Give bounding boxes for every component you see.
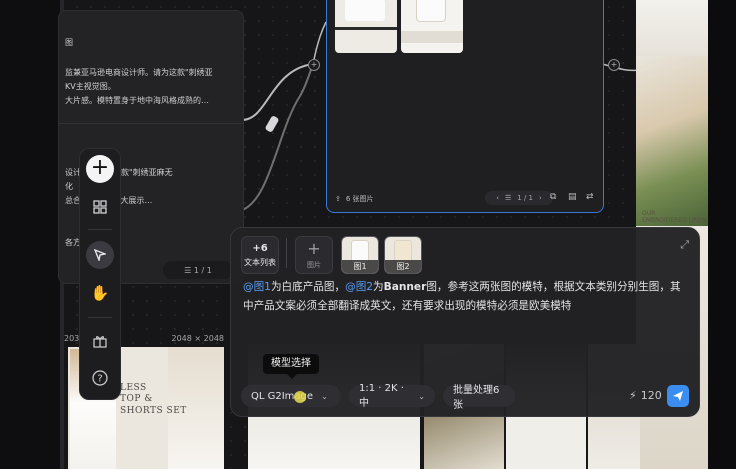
plus-icon: + (307, 239, 321, 258)
svg-text:?: ? (97, 374, 102, 385)
add-button[interactable]: + (84, 155, 116, 183)
model-select[interactable]: QL G2Image ⌄ (241, 385, 341, 407)
hand-tool-button[interactable]: ✋ (84, 279, 116, 307)
reference-image-1[interactable]: 图1 (341, 236, 379, 274)
connect-point-left[interactable]: + (308, 59, 320, 71)
stack-icon[interactable]: ▤ (568, 192, 577, 202)
image-ref-2[interactable]: @图2 (345, 281, 373, 293)
prompt-panel: +6 文本列表 + 图片 图1 图2 ⤢ @图1为白底产品图，@图2为Banne… (230, 227, 700, 417)
left-toolbar: + ✋ ? (79, 148, 121, 400)
chevron-left-icon[interactable]: ‹ (496, 194, 499, 202)
expand-icon[interactable]: ⤢ (680, 238, 689, 252)
image-thumb[interactable] (335, 0, 397, 53)
connect-point-right[interactable]: + (608, 59, 620, 71)
node-line: KV主视觉图。 (65, 82, 116, 91)
batch-button[interactable]: 批量处理6张 (443, 385, 515, 411)
chevron-down-icon: ⌄ (321, 391, 328, 401)
lightning-icon: ⚡ (629, 389, 637, 402)
node-line: 化 (65, 182, 73, 191)
help-icon: ? (92, 370, 108, 386)
pointer-icon (94, 249, 106, 261)
add-image-button[interactable]: + 图片 (295, 236, 333, 274)
prompt-text[interactable]: @图1为白底产品图，@图2为Banner图，参考这两张图的模特，根据文本类别分别… (243, 278, 687, 316)
crop-icon[interactable]: ⧉ (550, 192, 556, 202)
params-select[interactable]: 1:1 · 2K · 中 ⌄ (349, 383, 435, 409)
brand-text: OUR EMBROIDERED LINEN (642, 210, 707, 225)
hand-icon: ✋ (90, 284, 110, 302)
grid-button[interactable] (84, 193, 116, 221)
image-group-node[interactable]: ⇪ 6 张图片 ‹ ☰ 1 / 1 › ⧉ ▤ ⇄ (326, 0, 604, 213)
image-thumb[interactable] (401, 0, 463, 53)
help-button[interactable]: ? (84, 364, 116, 392)
list-icon: ☰ (184, 265, 194, 275)
node-line: 大片感。模特置身于地中海风格成熟的… (65, 96, 209, 105)
grid-icon (93, 200, 107, 214)
product-size: 2048 × 2048 (171, 334, 224, 343)
reference-image-2[interactable]: 图2 (384, 236, 422, 274)
gift-icon (93, 336, 107, 348)
node-line: 图 (65, 38, 73, 47)
chevron-down-icon: ⌄ (418, 391, 425, 401)
upload-icon: ⇪ (335, 195, 341, 203)
list-icon: ☰ (505, 194, 512, 202)
gift-button[interactable] (84, 327, 116, 355)
right-edge-panel (708, 0, 736, 469)
credit-balance: ⚡ 120 (629, 389, 662, 402)
node-pager[interactable]: ☰ 1 / 1 (163, 261, 233, 279)
send-icon (673, 391, 683, 401)
model-tooltip: 模型选择 (263, 354, 319, 379)
select-tool-button[interactable] (84, 241, 116, 269)
text-list-chip[interactable]: +6 文本列表 (241, 236, 279, 274)
chevron-right-icon[interactable]: › (539, 194, 542, 202)
product-title: LESS TOP & SHORTS SET (120, 383, 187, 416)
send-button[interactable] (667, 385, 689, 407)
node-line: 监兼亚马逊电商设计师。请为这款"刺绣亚 (65, 68, 213, 77)
image-count: 6 张图片 (345, 195, 374, 203)
cursor-highlight (294, 391, 306, 403)
group-pager[interactable]: ‹ ☰ 1 / 1 › (485, 191, 553, 205)
image-ref-1[interactable]: @图1 (243, 281, 271, 293)
shuffle-icon[interactable]: ⇄ (586, 192, 594, 202)
plus-icon: + (86, 155, 114, 183)
